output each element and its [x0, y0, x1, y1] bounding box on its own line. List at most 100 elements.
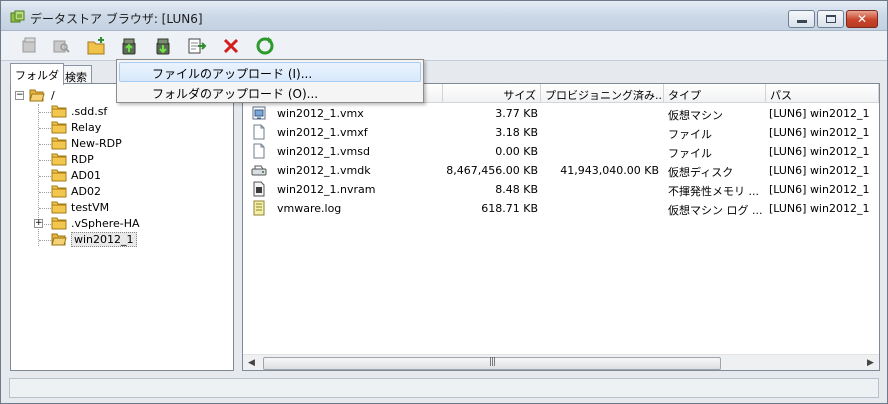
tree-item-label: testVM	[71, 201, 110, 214]
file-row[interactable]: win2012_1.vmsd 0.00 KB ファイル [LUN6] win2012_…	[243, 142, 879, 161]
file-list-panel: サイズ プロビジョニング済み... タイプ パス win2012_1.vmx 3.…	[242, 83, 880, 371]
file-type-cell: ファイル	[668, 147, 712, 160]
close-icon: ✕	[856, 12, 868, 26]
upload-dropdown-menu: ファイルのアップロード (I)... フォルダのアップロード (O)...	[116, 59, 424, 103]
vm-config-icon	[252, 106, 266, 120]
collapse-icon[interactable]: −	[15, 91, 24, 100]
folder-icon	[51, 217, 67, 230]
folder-icon	[51, 121, 67, 134]
folder-open-icon	[29, 89, 45, 102]
file-row[interactable]: win2012_1.vmdk 8,467,456.00 KB 41,943,040.…	[243, 161, 879, 180]
tree-item-label: .vSphere-HA	[71, 217, 140, 230]
maximize-icon	[826, 15, 836, 23]
upload-button[interactable]	[118, 35, 140, 57]
panel-tabs: フォルダ 検索	[10, 61, 120, 85]
file-icon	[253, 143, 265, 159]
folder-icon	[51, 201, 67, 214]
column-header-type[interactable]: タイプ	[664, 84, 766, 103]
tree-item-label: win2012_1	[71, 232, 137, 247]
log-icon	[253, 200, 265, 216]
file-path-cell: [LUN6] win2012_1	[769, 164, 870, 177]
file-name-cell: win2012_1.nvram	[277, 183, 376, 196]
tree-item-label: AD01	[71, 169, 101, 182]
file-row[interactable]: win2012_1.vmxf 3.18 KB ファイル [LUN6] win2012_…	[243, 123, 879, 142]
datastore-browser-window: データストア ブラウザ: [LUN6] ✕ フォルダ 検索 − / .sdd.s…	[0, 0, 888, 404]
scrollbar-grip: |||	[488, 357, 496, 367]
file-provisioned-cell: 41,943,040.00 KB	[560, 164, 659, 177]
scroll-left-icon[interactable]: ◀	[248, 358, 255, 368]
folder-icon	[51, 185, 67, 198]
file-size-cell: 618.71 KB	[481, 202, 538, 215]
tree-item-label: .sdd.sf	[71, 105, 108, 118]
delete-button[interactable]	[220, 35, 242, 57]
tree-item-label: New-RDP	[71, 137, 122, 150]
refresh-button[interactable]	[254, 35, 276, 57]
file-size-cell: 3.77 KB	[495, 107, 538, 120]
delete-icon	[223, 38, 239, 54]
file-size-cell: 0.00 KB	[495, 145, 538, 158]
title-bar[interactable]: データストア ブラウザ: [LUN6] ✕	[1, 1, 887, 31]
file-name-cell: win2012_1.vmx	[277, 107, 364, 120]
file-name-cell: win2012_1.vmdk	[277, 164, 371, 177]
expand-icon[interactable]: +	[34, 219, 43, 228]
panel-splitter[interactable]	[234, 83, 242, 371]
new-folder-icon	[87, 37, 105, 55]
file-size-cell: 8.48 KB	[495, 183, 538, 196]
move-button[interactable]	[186, 35, 208, 57]
scroll-right-icon[interactable]: ▶	[867, 358, 874, 368]
minimize-icon	[797, 20, 807, 23]
folder-icon	[51, 105, 67, 118]
search-datastore-button[interactable]	[50, 35, 72, 57]
file-path-cell: [LUN6] win2012_1	[769, 202, 870, 215]
tree-item-label: AD02	[71, 185, 101, 198]
datastore-button[interactable]	[18, 35, 40, 57]
file-row[interactable]: vmware.log 618.71 KB 仮想マシン ログ ... [LUN6] wi…	[243, 199, 879, 218]
upload-icon	[122, 38, 136, 55]
window-title: データストア ブラウザ: [LUN6]	[30, 12, 203, 26]
file-type-cell: 仮想マシン ログ ...	[668, 204, 763, 217]
file-size-cell: 3.18 KB	[495, 126, 538, 139]
file-path-cell: [LUN6] win2012_1	[769, 145, 870, 158]
file-type-cell: 仮想マシン	[668, 109, 723, 122]
file-type-cell: ファイル	[668, 128, 712, 141]
maximize-button[interactable]	[817, 10, 844, 28]
folder-icon	[51, 169, 67, 182]
virtual-disk-icon	[251, 165, 267, 176]
refresh-icon	[256, 37, 274, 55]
file-path-cell: [LUN6] win2012_1	[769, 183, 870, 196]
file-name-cell: win2012_1.vmsd	[277, 145, 370, 158]
download-icon	[156, 38, 170, 55]
file-row[interactable]: win2012_1.nvram 8.48 KB 不揮発性メモリ ... [LUN6] …	[243, 180, 879, 199]
file-name-cell: vmware.log	[277, 202, 342, 215]
upload-folder-menu-item[interactable]: フォルダのアップロード (O)...	[119, 82, 421, 102]
file-name-cell: win2012_1.vmxf	[277, 126, 368, 139]
tab-search[interactable]: 検索	[60, 65, 92, 85]
tab-folders[interactable]: フォルダ	[10, 63, 64, 85]
tree-item-label: RDP	[71, 153, 94, 166]
toolbar	[1, 31, 887, 61]
datastore-icon	[22, 37, 36, 53]
close-button[interactable]: ✕	[846, 10, 878, 28]
status-bar	[1, 375, 887, 403]
new-folder-button[interactable]	[85, 35, 107, 57]
horizontal-scrollbar[interactable]: ◀ ||| ▶	[243, 354, 879, 370]
file-path-cell: [LUN6] win2012_1	[769, 126, 870, 139]
search-datastore-icon	[53, 40, 70, 53]
file-type-cell: 仮想ディスク	[668, 166, 734, 179]
file-size-cell: 8,467,456.00 KB	[446, 164, 538, 177]
download-button[interactable]	[152, 35, 174, 57]
folder-open-icon	[51, 233, 67, 246]
upload-file-menu-item[interactable]: ファイルのアップロード (I)...	[119, 62, 421, 82]
minimize-button[interactable]	[788, 10, 815, 28]
column-header-path[interactable]: パス	[766, 84, 879, 103]
file-row[interactable]: win2012_1.vmx 3.77 KB 仮想マシン [LUN6] win2012_…	[243, 104, 879, 123]
tree-item-label: Relay	[71, 121, 102, 134]
scrollbar-thumb[interactable]: |||	[263, 357, 721, 370]
column-header-provisioned[interactable]: プロビジョニング済み...	[541, 84, 664, 103]
status-field	[9, 378, 879, 398]
file-path-cell: [LUN6] win2012_1	[769, 107, 870, 120]
tree-root-label: /	[51, 89, 55, 102]
left-panel: フォルダ 検索 − / .sdd.sf Relay New-RDP RDP AD01 AD…	[10, 61, 234, 371]
column-header-size[interactable]: サイズ	[443, 84, 541, 103]
folder-icon	[51, 137, 67, 150]
